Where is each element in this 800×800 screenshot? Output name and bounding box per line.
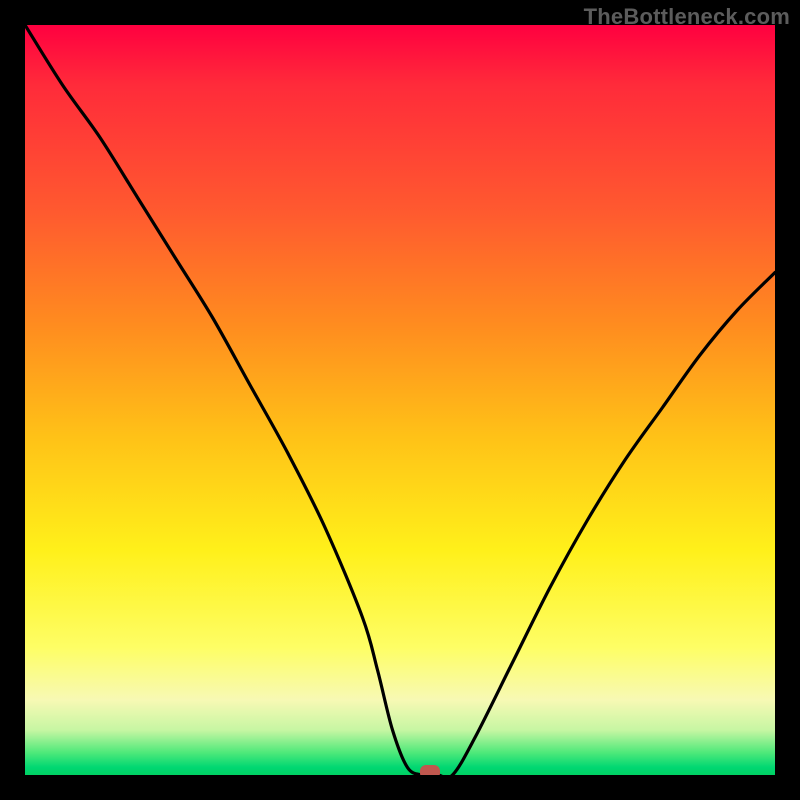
curve-layer — [25, 25, 775, 775]
bottleneck-curve — [25, 25, 775, 775]
watermark-text: TheBottleneck.com — [584, 4, 790, 30]
figure-frame: TheBottleneck.com — [0, 0, 800, 800]
plot-area — [25, 25, 775, 775]
optimal-point-marker — [420, 765, 440, 775]
